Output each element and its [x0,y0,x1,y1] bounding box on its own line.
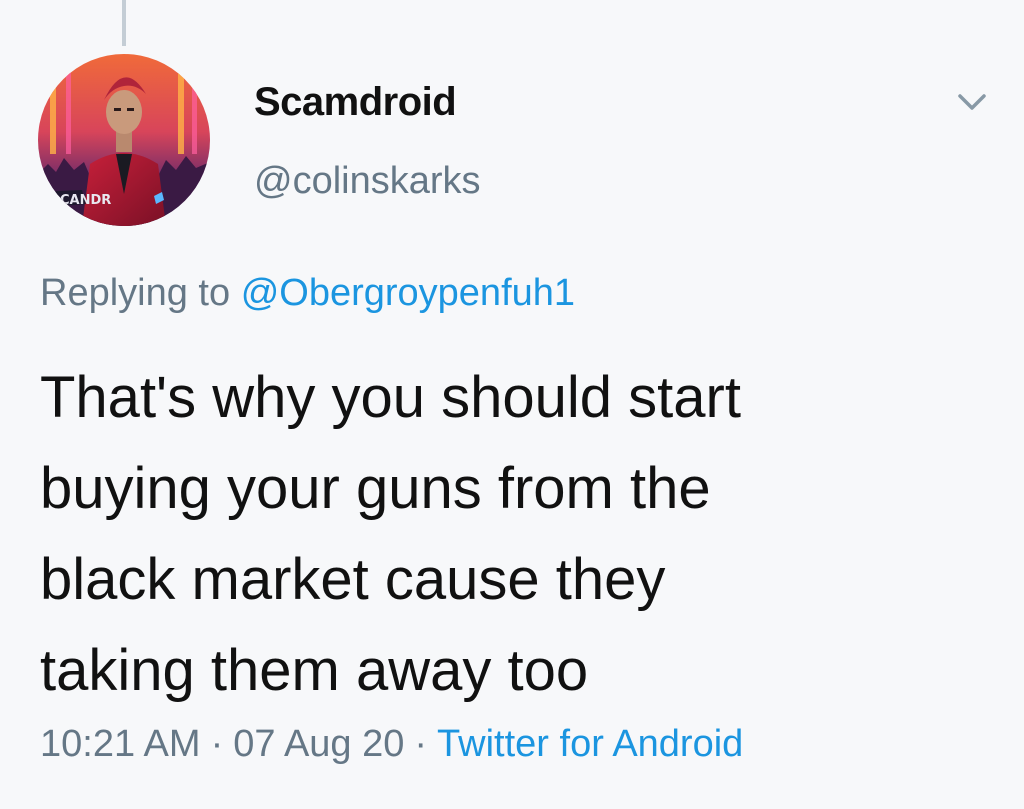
user-handle[interactable]: @colinskarks [254,160,481,203]
tweet-text-line: That's why you should start [40,365,741,430]
tweet-meta: 10:21 AM · 07 Aug 20 · Twitter for Android [40,723,743,766]
meta-separator: · [414,723,428,765]
tweet-text: That's why you should start buying your … [40,352,1000,716]
tweet-text-line: taking them away too [40,638,589,703]
tweet-source-link[interactable]: Twitter for Android [437,723,743,765]
chevron-down-icon[interactable] [952,82,992,122]
replying-to-link[interactable]: @Obergroypenfuh1 [241,272,575,314]
tweet-time[interactable]: 10:21 AM [40,723,201,765]
avatar[interactable]: CANDR [38,54,210,226]
tweet-date[interactable]: 07 Aug 20 [233,723,404,765]
tweet-text-line: buying your guns from the [40,456,711,521]
display-name[interactable]: Scamdroid [254,80,457,125]
avatar-image: CANDR [38,54,210,226]
meta-separator: · [210,723,224,765]
replying-to: Replying to @Obergroypenfuh1 [40,272,575,315]
thread-connector-line [122,0,126,46]
avatar-badge-text: CANDR [60,193,111,208]
replying-prefix: Replying to [40,272,231,314]
tweet-text-line: black market cause they [40,547,666,612]
